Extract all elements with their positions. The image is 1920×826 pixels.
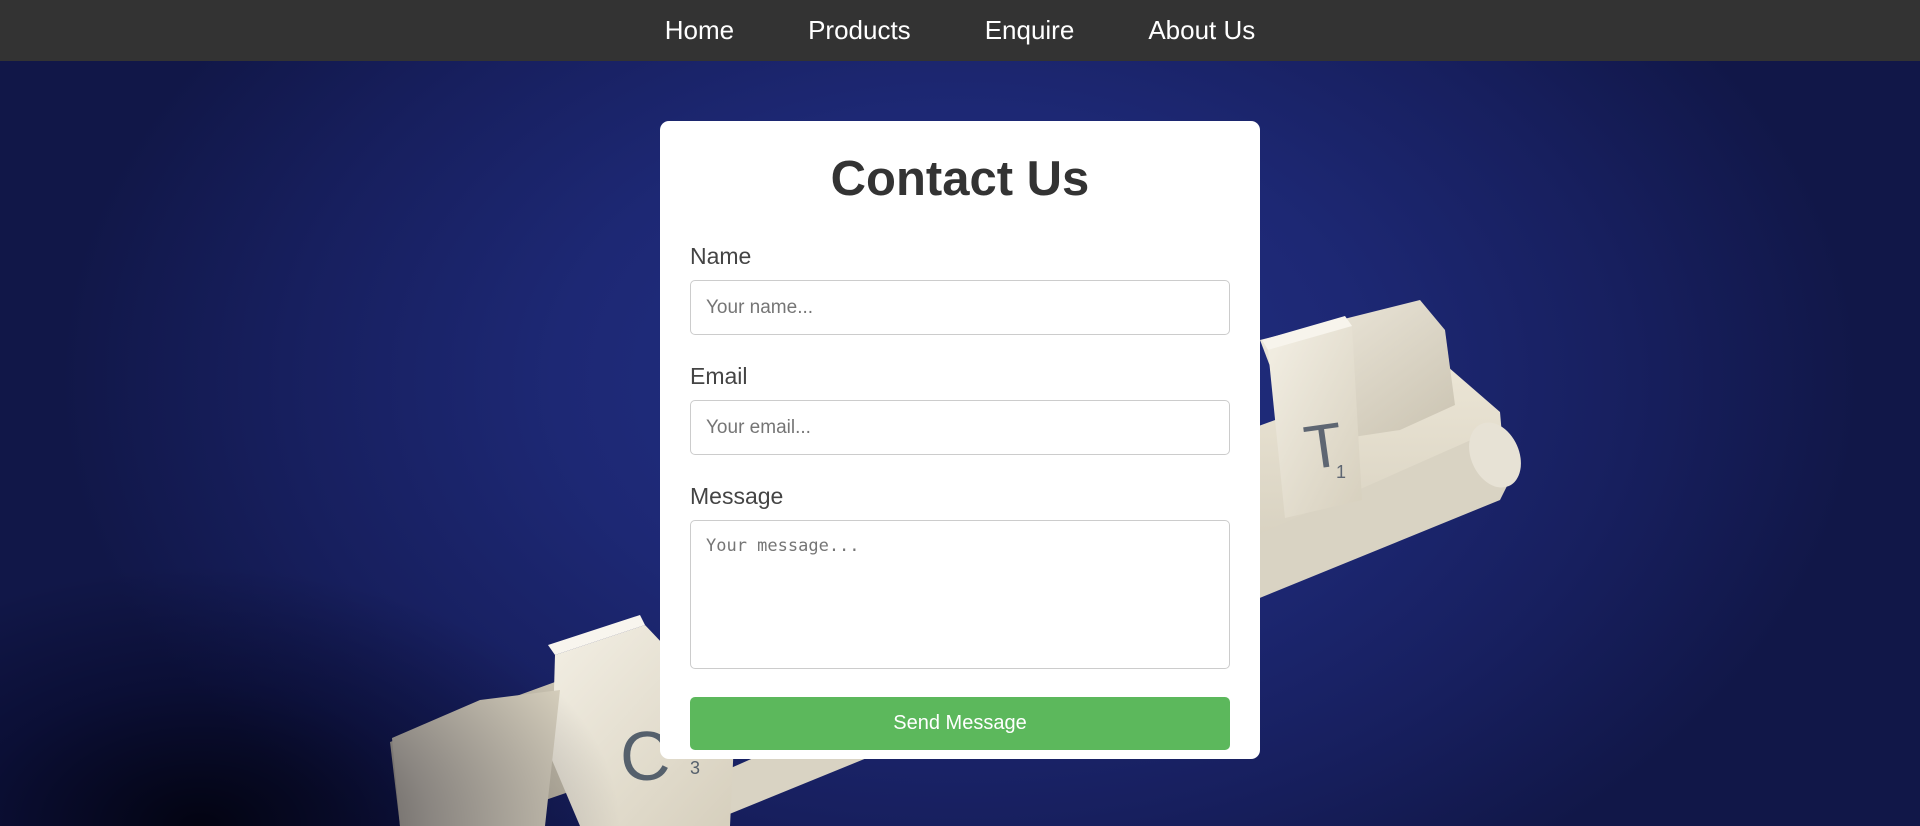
message-label: Message: [690, 483, 784, 509]
nav-link-about-us[interactable]: About Us: [1111, 0, 1292, 61]
email-input[interactable]: [690, 400, 1230, 455]
email-label: Email: [690, 363, 748, 389]
nav-link-enquire[interactable]: Enquire: [948, 0, 1112, 61]
tile-score: 3: [690, 758, 700, 778]
rack-left-end: [392, 690, 560, 826]
nav-link-products[interactable]: Products: [771, 0, 948, 61]
name-input[interactable]: [690, 280, 1230, 335]
contact-form-title: Contact Us: [830, 152, 1090, 206]
contact-form-card: Contact Us Name Email Message Send Messa…: [660, 121, 1260, 759]
message-textarea[interactable]: [690, 520, 1230, 669]
tile-score: 1: [1336, 462, 1346, 482]
nav-link-home[interactable]: Home: [628, 0, 771, 61]
send-message-button[interactable]: Send Message: [690, 697, 1230, 750]
name-label: Name: [690, 243, 752, 269]
top-navbar: Home Products Enquire About Us: [0, 0, 1920, 61]
